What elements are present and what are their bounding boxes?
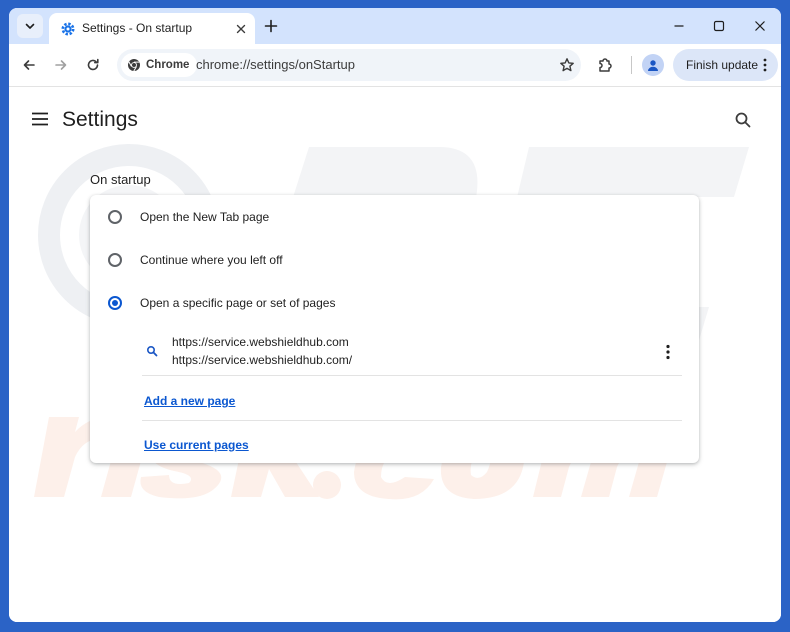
address-bar[interactable]: Chrome chrome://settings/onStartup [117,49,581,81]
tab-strip: Settings - On startup [9,8,781,44]
reload-icon [87,58,99,71]
reload-button[interactable] [83,55,103,75]
toolbar-separator [631,56,632,74]
browser-window: Settings - On startup Chrome chrome://se… [9,8,781,622]
chrome-icon [128,59,140,72]
radio-label: Continue where you left off [140,253,283,267]
radio-label: Open the New Tab page [140,210,270,224]
radio-option-specific-pages[interactable]: Open a specific page or set of pages [90,283,699,323]
back-button[interactable] [19,55,39,75]
toolbar: Chrome chrome://settings/onStartup Finis… [9,44,781,87]
tab-title: Settings - On startup [82,21,193,35]
new-tab-icon[interactable] [262,17,280,35]
radio-button[interactable] [108,253,122,267]
use-current-pages-link[interactable]: Use current pages [144,438,249,452]
more-vert-icon [763,58,767,72]
profile-button[interactable] [642,54,664,76]
minimize-button[interactable] [670,17,688,35]
url-text[interactable]: chrome://settings/onStartup [196,57,355,72]
finish-update-button[interactable]: Finish update [673,49,778,81]
startup-card: Open the New Tab page Continue where you… [90,195,699,463]
close-icon [755,21,765,31]
more-vert-icon[interactable] [665,344,671,360]
chevron-down-icon [25,23,35,29]
section-title: On startup [90,172,151,187]
chip-label: Chrome [146,59,190,71]
radio-option-continue[interactable]: Continue where you left off [90,240,699,280]
tab-search-button[interactable] [17,14,43,38]
startup-page-url: https://service.webshieldhub.com/ [172,353,353,367]
maximize-icon [713,20,725,32]
close-icon[interactable] [234,22,248,36]
radio-label: Open a specific page or set of pages [140,296,336,310]
tab-settings[interactable]: Settings - On startup [49,13,255,44]
add-new-page-link[interactable]: Add a new page [144,394,235,408]
arrow-left-icon [23,60,35,70]
radio-button[interactable] [108,210,122,224]
minimize-icon [674,25,684,27]
search-icon [146,345,158,357]
startup-page-entry: https://service.webshieldhub.com https:/… [142,329,682,376]
menu-icon[interactable] [31,111,49,127]
startup-page-title: https://service.webshieldhub.com [172,335,349,349]
extensions-icon[interactable] [595,55,615,75]
search-icon[interactable] [734,111,752,129]
site-info-chip[interactable]: Chrome [121,53,198,77]
star-icon[interactable] [559,57,575,73]
finish-update-label: Finish update [686,58,759,72]
page-title: Settings [62,108,138,131]
card-divider [142,420,682,421]
maximize-button[interactable] [710,17,728,35]
arrow-right-icon [55,60,67,70]
radio-button-checked[interactable] [108,296,122,310]
forward-button[interactable] [51,55,71,75]
avatar-icon [648,60,658,71]
gear-icon [61,22,75,36]
radio-option-new-tab[interactable]: Open the New Tab page [90,197,699,237]
settings-page: Settings On startup Open the New Tab pag… [9,87,781,622]
window-close-button[interactable] [751,17,769,35]
